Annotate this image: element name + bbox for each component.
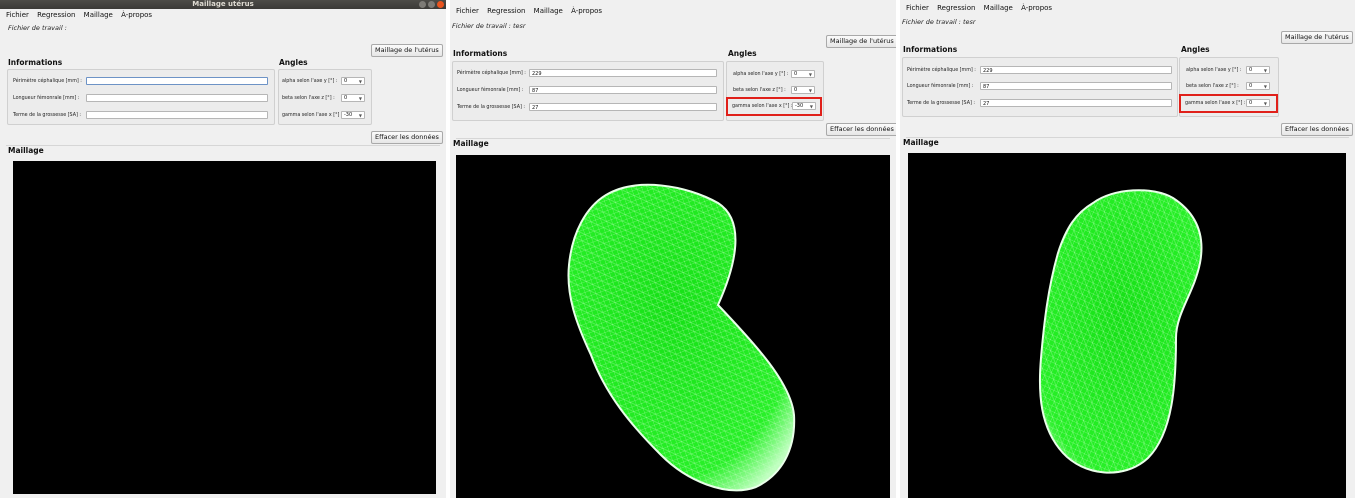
menu-bar: Fichier Regression Maillage À-propos bbox=[6, 11, 158, 19]
work-file-label: Fichier de travail : bbox=[8, 24, 67, 32]
beta-value: 0 bbox=[1249, 83, 1253, 89]
maillage-uterus-button[interactable]: Maillage de l'utérus bbox=[1281, 31, 1353, 44]
menu-regression[interactable]: Regression bbox=[487, 7, 525, 15]
alpha-select[interactable]: 0 ▼ bbox=[1246, 66, 1270, 74]
longueur-input[interactable]: 87 bbox=[529, 86, 717, 94]
chevron-down-icon: ▼ bbox=[358, 79, 362, 84]
beta-label: beta selon l'axe z [°] : bbox=[733, 88, 786, 93]
terme-input[interactable]: 27 bbox=[529, 103, 717, 111]
menu-a-propos[interactable]: À-propos bbox=[121, 11, 152, 19]
work-file-label: Fichier de travail : tesr bbox=[902, 18, 976, 26]
menu-fichier[interactable]: Fichier bbox=[906, 4, 929, 12]
terme-label: Terme de la grossesse [SA] : bbox=[457, 105, 525, 110]
divider bbox=[906, 137, 1349, 138]
beta-select[interactable]: 0 ▼ bbox=[791, 86, 815, 94]
mesh-viewport[interactable] bbox=[13, 161, 436, 494]
uterus-mesh bbox=[1038, 189, 1203, 474]
maximize-icon[interactable] bbox=[428, 1, 435, 8]
chevron-down-icon: ▼ bbox=[358, 113, 362, 118]
alpha-value: 0 bbox=[794, 71, 798, 77]
maillage-uterus-button[interactable]: Maillage de l'utérus bbox=[371, 44, 443, 57]
beta-value: 0 bbox=[794, 87, 798, 93]
menu-bar: Fichier Regression Maillage À-propos bbox=[906, 4, 1058, 12]
alpha-select[interactable]: 0 ▼ bbox=[791, 70, 815, 78]
angles-heading: Angles bbox=[1181, 45, 1210, 54]
longueur-label: Longueur fémonrale [mm] : bbox=[907, 84, 974, 89]
divider bbox=[456, 138, 890, 139]
perimetre-input[interactable]: 229 bbox=[529, 69, 717, 77]
chevron-down-icon: ▼ bbox=[808, 72, 812, 77]
menu-maillage[interactable]: Maillage bbox=[84, 11, 113, 19]
close-icon[interactable] bbox=[437, 1, 444, 8]
perimetre-input[interactable]: 229 bbox=[980, 66, 1172, 74]
minimize-icon[interactable] bbox=[419, 1, 426, 8]
chevron-down-icon: ▼ bbox=[808, 88, 812, 93]
alpha-label: alpha selon l'axe y [°] : bbox=[1186, 68, 1242, 73]
longueur-input[interactable]: 87 bbox=[980, 82, 1172, 90]
perimetre-label: Périmètre céphalique [mm] : bbox=[457, 71, 526, 76]
divider bbox=[6, 145, 440, 146]
gamma-label: gamma selon l'axe x [°] : bbox=[282, 113, 343, 118]
maillage-heading: Maillage bbox=[903, 138, 939, 147]
beta-label: beta selon l'axe z [°] : bbox=[1186, 84, 1239, 89]
menu-bar: Fichier Regression Maillage À-propos bbox=[456, 7, 608, 15]
longueur-label: Longueur fémonrale [mm] : bbox=[13, 96, 80, 101]
menu-fichier[interactable]: Fichier bbox=[456, 7, 479, 15]
gamma-highlight-box bbox=[1179, 94, 1278, 113]
effacer-donnees-button[interactable]: Effacer les données bbox=[1281, 123, 1353, 136]
longueur-label: Longueur fémonrale [mm] : bbox=[457, 88, 524, 93]
maillage-heading: Maillage bbox=[8, 146, 44, 155]
beta-label: beta selon l'axe z [°] : bbox=[282, 96, 335, 101]
longueur-input[interactable] bbox=[86, 94, 268, 102]
menu-a-propos[interactable]: À-propos bbox=[1021, 4, 1052, 12]
beta-select[interactable]: 0 ▼ bbox=[341, 94, 365, 102]
beta-value: 0 bbox=[344, 95, 348, 101]
perimetre-label: Périmètre céphalique [mm] : bbox=[907, 68, 976, 73]
maillage-heading: Maillage bbox=[453, 139, 489, 148]
angles-heading: Angles bbox=[279, 58, 308, 67]
chevron-down-icon: ▼ bbox=[1263, 68, 1267, 73]
chevron-down-icon: ▼ bbox=[358, 96, 362, 101]
app-window-3: Fichier Regression Maillage À-propos Fic… bbox=[900, 0, 1355, 498]
uterus-mesh bbox=[567, 183, 796, 492]
perimetre-input[interactable] bbox=[86, 77, 268, 85]
terme-input[interactable]: 27 bbox=[980, 99, 1172, 107]
angles-heading: Angles bbox=[728, 49, 757, 58]
alpha-label: alpha selon l'axe y [°] : bbox=[282, 79, 338, 84]
maillage-uterus-button[interactable]: Maillage de l'utérus bbox=[826, 35, 896, 48]
effacer-donnees-button[interactable]: Effacer les données bbox=[371, 131, 443, 144]
menu-regression[interactable]: Regression bbox=[37, 11, 75, 19]
menu-fichier[interactable]: Fichier bbox=[6, 11, 29, 19]
alpha-select[interactable]: 0 ▼ bbox=[341, 77, 365, 85]
perimetre-label: Périmètre céphalique [mm] : bbox=[13, 79, 82, 84]
effacer-donnees-button[interactable]: Effacer les données bbox=[826, 123, 896, 136]
terme-input[interactable] bbox=[86, 111, 268, 119]
app-window-1: Maillage utérus Fichier Regression Maill… bbox=[0, 0, 446, 498]
gamma-select[interactable]: -30 ▼ bbox=[341, 111, 365, 119]
informations-heading: Informations bbox=[453, 49, 508, 58]
gamma-value: -30 bbox=[344, 112, 353, 118]
alpha-label: alpha selon l'axe y [°] : bbox=[733, 72, 789, 77]
terme-label: Terme de la grossesse [SA] : bbox=[907, 101, 975, 106]
alpha-value: 0 bbox=[344, 78, 348, 84]
gamma-highlight-box bbox=[726, 97, 822, 116]
work-file-label: Fichier de travail : tesr bbox=[452, 22, 526, 30]
informations-heading: Informations bbox=[8, 58, 63, 67]
mesh-viewport[interactable] bbox=[908, 153, 1346, 498]
mesh-viewport[interactable] bbox=[456, 155, 890, 498]
menu-maillage[interactable]: Maillage bbox=[984, 4, 1013, 12]
alpha-value: 0 bbox=[1249, 67, 1253, 73]
window-title: Maillage utérus bbox=[192, 0, 254, 8]
informations-heading: Informations bbox=[903, 45, 958, 54]
beta-select[interactable]: 0 ▼ bbox=[1246, 82, 1270, 90]
title-bar: Maillage utérus bbox=[0, 0, 446, 9]
chevron-down-icon: ▼ bbox=[1263, 84, 1267, 89]
menu-maillage[interactable]: Maillage bbox=[534, 7, 563, 15]
app-window-2: Fichier Regression Maillage À-propos Fic… bbox=[450, 0, 896, 498]
menu-regression[interactable]: Regression bbox=[937, 4, 975, 12]
menu-a-propos[interactable]: À-propos bbox=[571, 7, 602, 15]
terme-label: Terme de la grossesse [SA] : bbox=[13, 113, 81, 118]
